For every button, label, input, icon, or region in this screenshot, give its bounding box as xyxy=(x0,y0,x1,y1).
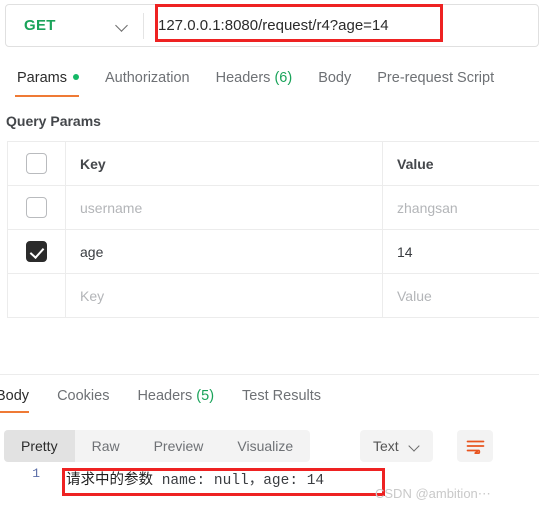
column-header-value: Value xyxy=(397,155,434,172)
chevron-down-icon xyxy=(116,19,129,32)
query-params-table: Key Value username zhangsan age 14 Key V… xyxy=(7,141,539,318)
response-tab-headers-count: (5) xyxy=(196,388,215,404)
tab-pre-request-script[interactable]: Pre-request Script xyxy=(364,68,507,88)
response-tab-body-label: Body xyxy=(0,388,30,404)
new-row-key-input[interactable]: Key xyxy=(66,274,383,317)
postman-request-screen: GET 127.0.0.1:8080/request/r4?age=14 Par… xyxy=(0,0,539,510)
tab-pre-request-script-label: Pre-request Script xyxy=(377,70,495,86)
table-row: age 14 xyxy=(8,230,539,274)
row-checkbox-cell[interactable] xyxy=(8,186,66,229)
line-number-gutter: 1 xyxy=(32,466,40,481)
row-key-input[interactable]: username xyxy=(66,186,383,229)
csdn-watermark: CSDN @ambition⋯ xyxy=(375,486,491,501)
table-row: Key Value xyxy=(8,274,539,318)
tab-authorization[interactable]: Authorization xyxy=(92,68,203,88)
tab-headers[interactable]: Headers (6) xyxy=(203,68,306,88)
tab-params[interactable]: Params xyxy=(4,68,92,97)
wrap-lines-icon xyxy=(466,440,484,454)
http-method-selector[interactable]: GET xyxy=(6,5,143,46)
tab-body[interactable]: Body xyxy=(305,68,364,88)
body-format-selector[interactable]: Text xyxy=(360,430,433,462)
view-raw-button[interactable]: Raw xyxy=(75,430,137,462)
query-params-title: Query Params xyxy=(6,113,101,129)
view-visualize-button[interactable]: Visualize xyxy=(220,430,310,462)
new-row-value-input[interactable]: Value xyxy=(383,274,539,317)
http-method-label: GET xyxy=(24,17,56,34)
response-body-text-rest: name: null，age: 14 xyxy=(153,473,325,489)
params-modified-dot-icon xyxy=(72,74,79,80)
view-preview-button[interactable]: Preview xyxy=(137,430,221,462)
body-format-label: Text xyxy=(373,438,399,454)
url-input[interactable]: 127.0.0.1:8080/request/r4?age=14 xyxy=(144,17,538,34)
row-key-input[interactable]: age xyxy=(66,230,383,273)
response-tabs: Body Cookies Headers (5) Test Results xyxy=(0,386,539,413)
response-tab-headers-label: Headers xyxy=(137,388,193,404)
tab-headers-label: Headers xyxy=(215,70,271,86)
row-checkbox-cell[interactable] xyxy=(8,230,66,273)
response-tab-cookies-label: Cookies xyxy=(57,388,110,404)
tab-body-label: Body xyxy=(318,70,352,86)
response-tab-cookies[interactable]: Cookies xyxy=(43,386,123,406)
response-body-text-cjk: 请求中的参数 xyxy=(66,473,153,489)
row-checkbox-cell xyxy=(8,274,66,317)
wrap-lines-button[interactable] xyxy=(457,430,493,462)
select-all-cell[interactable] xyxy=(8,142,66,185)
url-bar: GET 127.0.0.1:8080/request/r4?age=14 xyxy=(5,4,539,47)
row-checkbox[interactable] xyxy=(26,241,47,262)
row-checkbox[interactable] xyxy=(26,197,47,218)
table-row: username zhangsan xyxy=(8,186,539,230)
response-tab-test-results-label: Test Results xyxy=(242,388,322,404)
request-tabs: Params Authorization Headers (6) Body Pr… xyxy=(0,68,539,98)
response-tab-test-results[interactable]: Test Results xyxy=(228,386,335,406)
row-value-input[interactable]: 14 xyxy=(383,230,539,273)
tab-headers-count: (6) xyxy=(274,70,293,86)
table-header-row: Key Value xyxy=(8,142,539,186)
view-pretty-button[interactable]: Pretty xyxy=(4,430,75,462)
tab-params-label: Params xyxy=(17,70,67,86)
select-all-checkbox[interactable] xyxy=(26,153,47,174)
panel-divider xyxy=(0,374,539,375)
response-tab-body[interactable]: Body xyxy=(0,386,43,413)
tab-authorization-label: Authorization xyxy=(104,70,190,86)
row-value-input[interactable]: zhangsan xyxy=(383,186,539,229)
response-tab-headers[interactable]: Headers (5) xyxy=(123,386,228,406)
response-body-line: 请求中的参数 name: null，age: 14 xyxy=(66,468,324,489)
chevron-down-icon xyxy=(409,441,420,452)
column-header-key: Key xyxy=(66,142,383,185)
body-view-segmented-control: Pretty Raw Preview Visualize xyxy=(4,430,311,462)
